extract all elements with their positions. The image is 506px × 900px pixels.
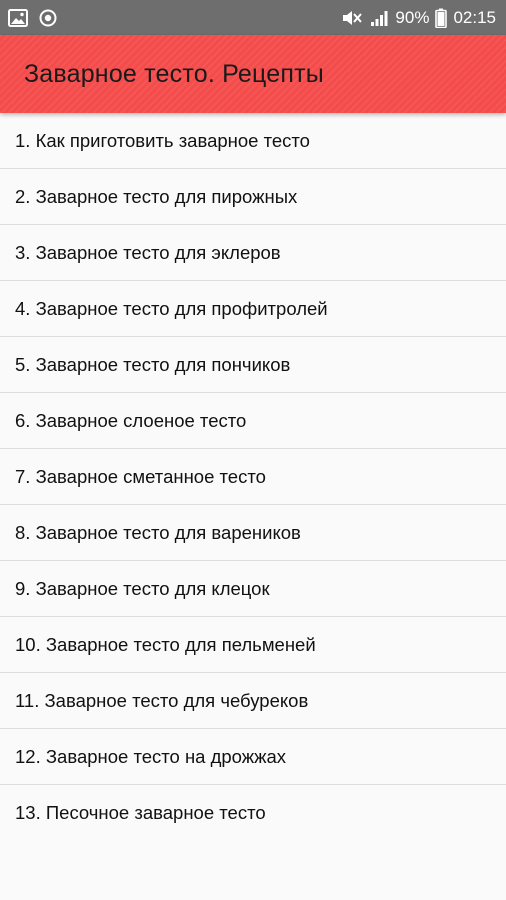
clock: 02:15 [453,7,496,27]
recipe-item[interactable]: 1. Как приготовить заварное тесто [0,113,506,169]
app-title: Заварное тесто. Рецепты [24,59,324,88]
mute-icon [341,8,363,28]
recipe-item[interactable]: 4. Заварное тесто для профитролей [0,281,506,337]
recipe-item[interactable]: 6. Заварное слоеное тесто [0,393,506,449]
recipe-item[interactable]: 13. Песочное заварное тесто [0,785,506,841]
status-right: 90% 02:15 [341,8,496,28]
signal-icon [369,8,389,28]
recipe-item[interactable]: 3. Заварное тесто для эклеров [0,225,506,281]
status-bar: 90% 02:15 [0,0,506,35]
sync-icon [38,8,58,28]
recipe-item[interactable]: 10. Заварное тесто для пельменей [0,617,506,673]
recipe-item[interactable]: 5. Заварное тесто для пончиков [0,337,506,393]
status-left [8,8,58,28]
recipe-item[interactable]: 8. Заварное тесто для вареников [0,505,506,561]
recipe-item[interactable]: 12. Заварное тесто на дрожжах [0,729,506,785]
battery-percent: 90% [395,7,430,27]
recipe-item[interactable]: 7. Заварное сметанное тесто [0,449,506,505]
recipe-item[interactable]: 9. Заварное тесто для клецок [0,561,506,617]
image-notification-icon [8,8,28,27]
app-bar: Заварное тесто. Рецепты [0,35,506,113]
recipe-list: 1. Как приготовить заварное тесто 2. Зав… [0,113,506,841]
battery-icon [435,8,448,28]
recipe-item[interactable]: 2. Заварное тесто для пирожных [0,169,506,225]
recipe-item[interactable]: 11. Заварное тесто для чебуреков [0,673,506,729]
